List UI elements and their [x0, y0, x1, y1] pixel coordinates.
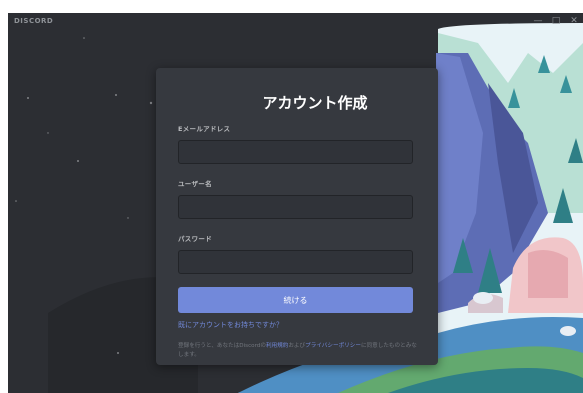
privacy-policy-link[interactable]: プライバシーポリシー [305, 343, 361, 349]
continue-button[interactable]: 続ける [178, 287, 413, 313]
email-field[interactable] [179, 142, 412, 165]
password-field[interactable] [179, 252, 412, 275]
maximize-icon[interactable]: □ [551, 15, 561, 27]
minimize-icon[interactable]: — [533, 15, 543, 27]
terms-prefix: 登録を行うと、あなたはDiscordの [178, 343, 266, 349]
page-title: アカウント作成 [262, 94, 368, 112]
discord-wordmark: DISCORD [14, 17, 54, 25]
terms-of-service-link[interactable]: 利用規約 [266, 343, 288, 349]
close-icon[interactable]: ✕ [569, 15, 579, 27]
title-bar: DISCORD — □ ✕ [8, 13, 583, 29]
window-controls: — □ ✕ [533, 15, 579, 27]
register-modal: アカウント作成 Eメールアドレス ユーザー名 パスワード 続ける 既にアカウント… [156, 68, 438, 365]
email-field-wrapper [178, 140, 413, 165]
username-field[interactable] [179, 197, 412, 220]
login-link[interactable]: 既にアカウントをお持ちですか？ [178, 320, 416, 330]
password-label: パスワード [178, 235, 212, 243]
terms-text: 登録を行うと、あなたはDiscordの利用規約およびプライバシーポリシーに同意し… [178, 342, 418, 360]
app-window: DISCORD — □ ✕ アカウント作成 Eメールアドレス ユーザー名 パスワ… [8, 13, 583, 393]
username-field-wrapper [178, 195, 413, 220]
email-label: Eメールアドレス [178, 125, 231, 133]
terms-middle: および [288, 343, 306, 349]
password-field-wrapper [178, 250, 413, 275]
username-label: ユーザー名 [178, 180, 212, 188]
